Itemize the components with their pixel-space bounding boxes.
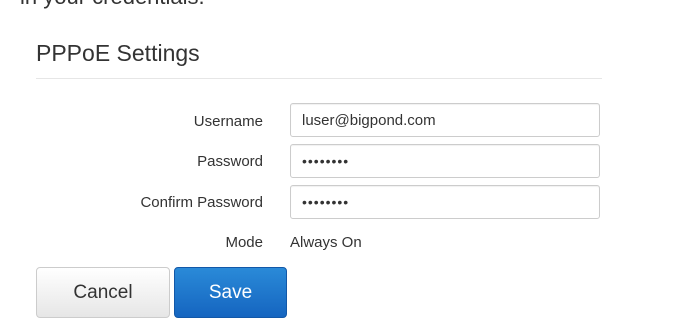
- confirm-password-label: Confirm Password: [140, 194, 263, 211]
- password-input[interactable]: [290, 144, 600, 178]
- mode-label: Mode: [225, 234, 263, 251]
- confirm-password-input[interactable]: [290, 185, 600, 219]
- pppoe-settings-page: in your credentials. PPPoE Settings User…: [0, 0, 676, 318]
- cancel-button[interactable]: Cancel: [36, 267, 170, 318]
- username-label: Username: [193, 113, 263, 130]
- intro-text: in your credentials.: [20, 0, 205, 10]
- mode-value: Always On: [290, 234, 362, 251]
- password-label: Password: [197, 153, 263, 170]
- section-title: PPPoE Settings: [36, 40, 200, 66]
- username-input[interactable]: [290, 103, 600, 137]
- save-button[interactable]: Save: [174, 267, 287, 318]
- section-divider: [36, 78, 602, 79]
